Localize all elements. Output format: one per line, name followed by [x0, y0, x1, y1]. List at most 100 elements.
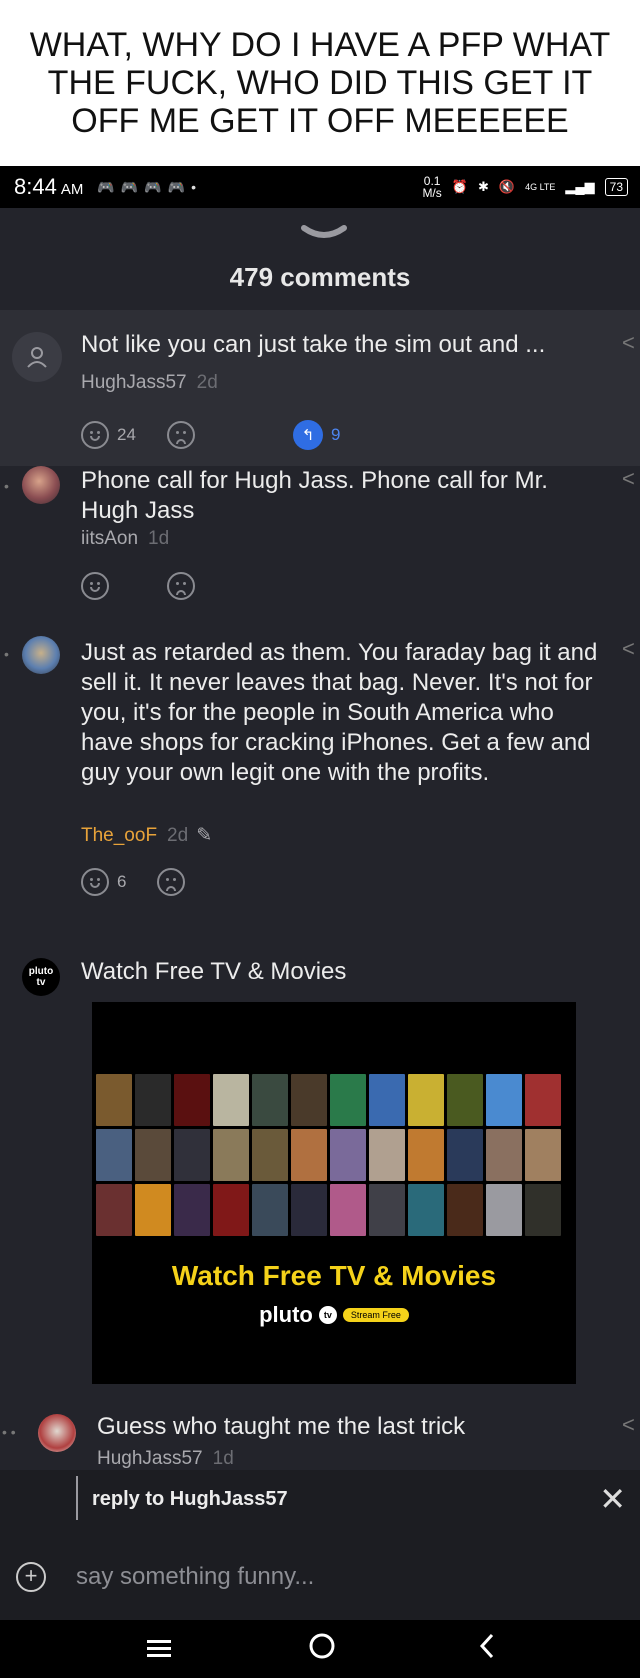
brand-name: pluto: [259, 1302, 313, 1327]
poster-tile: [486, 1074, 522, 1126]
share-icon[interactable]: <: [622, 330, 640, 355]
mute-icon: 🔇: [498, 179, 516, 194]
comment-age: 2d: [196, 372, 218, 393]
upvote-smile-icon[interactable]: [81, 421, 109, 449]
reply-to-label: reply to HughJass57: [92, 1488, 288, 1510]
reply-count[interactable]: 9: [331, 425, 340, 445]
meme-caption: WHAT, WHY DO I HAVE A PFP WHAT THE FUCK,…: [0, 0, 640, 166]
add-attachment-icon[interactable]: +: [16, 1562, 46, 1592]
poster-tile: [369, 1184, 405, 1236]
poster-tile: [369, 1129, 405, 1181]
reaction-bar: 6: [81, 868, 185, 896]
poster-tile: [486, 1184, 522, 1236]
comment-age: 2d: [167, 825, 189, 846]
notification-icons: 🎮 🎮 🎮 🎮 •: [97, 179, 196, 196]
comments-count-title: 479 comments: [229, 262, 411, 292]
comment-age: 1d: [148, 528, 170, 549]
poster-tile: [252, 1184, 288, 1236]
poster-tile: [135, 1074, 171, 1126]
game-controller-icon: 🎮: [120, 178, 139, 195]
like-count: 6: [117, 872, 127, 891]
poster-tile: [96, 1184, 132, 1236]
default-avatar-icon[interactable]: [12, 332, 62, 382]
poster-tile: [408, 1184, 444, 1236]
share-icon[interactable]: <: [622, 466, 640, 491]
poster-tile: [525, 1074, 561, 1126]
poster-tile: [135, 1129, 171, 1181]
caption-text: WHAT, WHY DO I HAVE A PFP WHAT THE FUCK,…: [29, 26, 611, 140]
poster-tile: [213, 1184, 249, 1236]
downvote-frown-icon[interactable]: [167, 421, 195, 449]
network-speed: 0.1 M/s: [422, 175, 441, 199]
comment-text: Just as retarded as them. You faraday ba…: [81, 639, 598, 786]
comments-header: 479 comments: [0, 208, 640, 311]
poster-tile: [330, 1074, 366, 1126]
ad-banner-image[interactable]: Watch Free TV & Movies pluto tv Stream F…: [92, 1002, 576, 1384]
comment-age: 1d: [212, 1448, 234, 1469]
bluetooth-icon: ✱: [477, 179, 489, 194]
user-avatar[interactable]: [22, 636, 60, 674]
poster-tile: [174, 1129, 210, 1181]
user-avatar[interactable]: [38, 1414, 76, 1452]
speed-unit: M/s: [422, 186, 442, 200]
poster-tile: [486, 1129, 522, 1181]
upvote-smile-icon[interactable]: [81, 572, 109, 600]
home-icon[interactable]: [308, 1632, 336, 1668]
comment-item[interactable]: • Just as retarded as them. You faraday …: [0, 636, 640, 906]
comment-meta: HughJass57 1d: [97, 1448, 234, 1470]
comment-meta: iitsAon 1d: [81, 528, 169, 550]
share-icon[interactable]: <: [622, 636, 640, 661]
comment-item[interactable]: Not like you can just take the sim out a…: [0, 310, 640, 466]
poster-tile: [291, 1184, 327, 1236]
comment-author[interactable]: The_ooF: [81, 825, 157, 846]
comment-item[interactable]: • Phone call for Hugh Jass. Phone call f…: [0, 466, 640, 616]
ad-title[interactable]: Watch Free TV & Movies: [81, 958, 346, 986]
comment-item[interactable]: • • Guess who taught me the last trick H…: [0, 1412, 640, 1470]
collapse-handle-icon[interactable]: [300, 222, 348, 246]
comment-text: Not like you can just take the sim out a…: [81, 331, 546, 358]
comment-composer: +: [0, 1534, 640, 1620]
comment-author[interactable]: iitsAon: [81, 528, 138, 549]
comment-input[interactable]: [74, 1556, 598, 1598]
poster-tile: [408, 1129, 444, 1181]
stream-free-pill: Stream Free: [342, 1308, 409, 1322]
share-icon[interactable]: <: [622, 1412, 640, 1437]
ad-headline: Watch Free TV & Movies: [171, 1260, 497, 1291]
dot-icon: •: [191, 178, 196, 195]
ad-logo-top: pluto: [28, 966, 54, 977]
poster-tile: [96, 1129, 132, 1181]
reply-quote-line: [76, 1476, 78, 1520]
poster-tile: [174, 1184, 210, 1236]
comment-author[interactable]: HughJass57: [81, 372, 187, 393]
poster-tile: [447, 1184, 483, 1236]
comment-text: Guess who taught me the last trick: [97, 1413, 466, 1440]
clock: 8:44 AM: [14, 174, 83, 200]
poster-tile: [369, 1074, 405, 1126]
poster-tile: [252, 1074, 288, 1126]
comment-meta: The_ooF 2d ✎: [81, 824, 212, 847]
poster-tile: [213, 1074, 249, 1126]
alarm-icon: ⏰: [451, 179, 468, 194]
downvote-frown-icon[interactable]: [167, 572, 195, 600]
poster-tile: [330, 1184, 366, 1236]
user-avatar[interactable]: [22, 466, 60, 504]
upvote-smile-icon[interactable]: [81, 868, 109, 896]
replies-icon[interactable]: ↰: [293, 420, 323, 450]
comment-text: Phone call for Hugh Jass. Phone call for…: [81, 467, 548, 524]
system-nav-bar: [0, 1620, 640, 1678]
thread-dot: • •: [2, 1424, 16, 1440]
close-icon[interactable]: ✕: [599, 1480, 626, 1518]
edited-pencil-icon: ✎: [196, 825, 213, 846]
poster-tile: [447, 1129, 483, 1181]
tv-badge-icon: tv: [318, 1306, 337, 1324]
recent-apps-icon[interactable]: [146, 1634, 172, 1668]
pluto-tv-logo: pluto tv: [22, 958, 60, 996]
back-icon[interactable]: [478, 1632, 496, 1668]
poster-tile: [174, 1074, 210, 1126]
poster-tile: [213, 1129, 249, 1181]
network-type: 4G LTE: [525, 182, 556, 192]
poster-tile: [96, 1074, 132, 1126]
sponsored-ad[interactable]: pluto tv Watch Free TV & Movies Watch Fr…: [0, 938, 640, 1384]
downvote-frown-icon[interactable]: [157, 868, 185, 896]
comment-author[interactable]: HughJass57: [97, 1448, 203, 1469]
